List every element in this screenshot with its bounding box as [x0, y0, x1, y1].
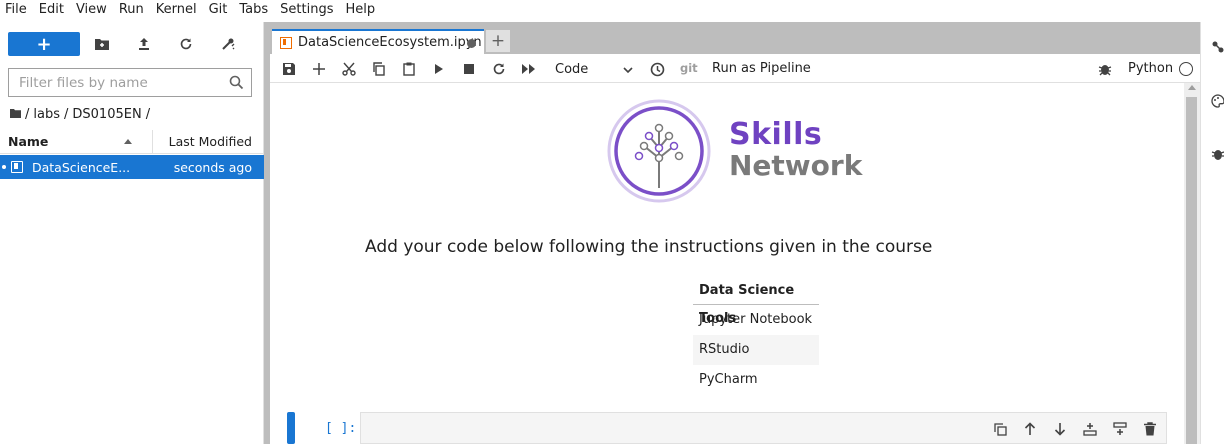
breadcrumb-sep: /	[64, 106, 69, 122]
unsaved-dot-icon[interactable]	[467, 39, 476, 48]
new-folder-icon[interactable]	[94, 36, 110, 52]
file-modified: seconds ago	[173, 159, 252, 175]
file-row[interactable]: DataScienceE... seconds ago	[0, 155, 264, 179]
tools-table: Data Science Tools Jupyter Notebook RStu…	[693, 277, 819, 395]
add-cell-icon[interactable]	[311, 61, 327, 77]
chevron-down-icon	[623, 63, 633, 78]
skills-network-logo	[607, 99, 711, 203]
breadcrumb-ds0105en[interactable]: DS0105EN	[72, 107, 141, 122]
table-row: PyCharm	[699, 372, 758, 387]
upload-icon[interactable]	[136, 36, 152, 52]
menu-help[interactable]: Help	[341, 0, 383, 19]
debugger-icon[interactable]	[1097, 61, 1113, 77]
file-filter-input[interactable]: Filter files by name	[8, 68, 252, 97]
table-header: Data Science Tools	[693, 277, 819, 326]
search-icon	[229, 75, 244, 94]
scroll-thumb[interactable]	[1186, 97, 1197, 444]
cut-icon[interactable]	[341, 61, 357, 77]
menu-settings[interactable]: Settings	[275, 0, 340, 19]
brand-network: Network	[729, 149, 863, 182]
run-icon[interactable]	[431, 61, 447, 77]
duplicate-cell-icon[interactable]	[992, 421, 1008, 437]
column-name[interactable]: Name	[8, 134, 48, 149]
notebook-toolbar: Code git Run as Pipeline Python	[270, 54, 1200, 83]
breadcrumb-labs[interactable]: labs	[33, 107, 60, 122]
new-tab-button[interactable]: +	[486, 30, 510, 52]
move-down-icon[interactable]	[1052, 421, 1068, 437]
new-launcher-button[interactable]: +	[8, 32, 80, 56]
file-filter-placeholder: Filter files by name	[19, 74, 148, 91]
tab-label: DataScienceEcosystem.ipyn	[298, 35, 482, 50]
active-cell-indicator	[287, 412, 295, 444]
menu-file[interactable]: File	[0, 0, 34, 19]
paste-icon[interactable]	[401, 61, 417, 77]
delete-icon[interactable]	[1142, 421, 1158, 437]
insert-below-icon[interactable]	[1112, 421, 1128, 437]
file-browser-toolbar: +	[0, 32, 264, 56]
palette-icon[interactable]	[1211, 94, 1224, 110]
notebook-icon	[11, 161, 23, 173]
git-label[interactable]: git	[680, 61, 698, 75]
table-row: RStudio	[693, 335, 819, 365]
file-name: DataScienceE...	[32, 159, 131, 175]
menu-edit[interactable]: Edit	[34, 0, 71, 19]
kernel-status-icon	[1179, 62, 1193, 76]
save-icon[interactable]	[281, 61, 297, 77]
main-area: DataScienceEcosystem.ipyn + Code git Run…	[270, 22, 1200, 444]
git-clone-icon[interactable]	[220, 36, 236, 52]
scroll-up-icon[interactable]	[1188, 85, 1196, 90]
notebook-scrollbar[interactable]	[1184, 83, 1200, 444]
stop-icon[interactable]	[461, 61, 477, 77]
tab-bar: DataScienceEcosystem.ipyn +	[270, 22, 1200, 54]
kernel-name[interactable]: Python	[1128, 61, 1173, 76]
column-last-modified[interactable]: Last Modified	[169, 134, 252, 149]
refresh-icon[interactable]	[178, 36, 194, 52]
debugger-icon[interactable]	[1211, 147, 1224, 163]
breadcrumb-sep-end: /	[145, 106, 151, 122]
cell-type-value: Code	[555, 61, 589, 77]
menu-tabs[interactable]: Tabs	[234, 0, 275, 19]
code-editor[interactable]	[360, 412, 1167, 444]
breadcrumb: / labs / DS0105EN /	[10, 104, 154, 124]
file-browser: + Filter files by name / labs / DS0105EN…	[0, 22, 264, 444]
sort-asc-icon[interactable]	[124, 139, 132, 144]
table-row: Jupyter Notebook	[699, 312, 813, 327]
menu-kernel[interactable]: Kernel	[151, 0, 204, 19]
column-divider	[152, 130, 153, 154]
copy-icon[interactable]	[371, 61, 387, 77]
menu-run[interactable]: Run	[114, 0, 151, 19]
cell-type-select[interactable]: Code	[555, 59, 635, 79]
notebook-icon	[280, 37, 292, 49]
instructions-text: Add your code below following the instru…	[365, 237, 933, 257]
fast-forward-icon[interactable]	[521, 61, 537, 77]
cell-prompt: [ ]:	[325, 421, 357, 436]
folder-icon[interactable]	[10, 107, 21, 122]
notebook-panel: Skills Network Add your code below follo…	[270, 83, 1184, 444]
tab-notebook[interactable]: DataScienceEcosystem.ipyn	[272, 29, 484, 54]
file-list-header: Name Last Modified	[0, 130, 264, 154]
menu-git[interactable]: Git	[204, 0, 235, 19]
clock-icon[interactable]	[649, 61, 665, 77]
menu-bar: File Edit View Run Kernel Git Tabs Setti…	[0, 0, 1224, 19]
breadcrumb-root[interactable]: /	[25, 107, 29, 122]
menu-view[interactable]: View	[71, 0, 114, 19]
move-up-icon[interactable]	[1022, 421, 1038, 437]
restart-icon[interactable]	[491, 61, 507, 77]
running-indicator-icon	[2, 165, 6, 169]
property-inspector-icon[interactable]	[1211, 40, 1224, 56]
insert-above-icon[interactable]	[1082, 421, 1098, 437]
run-as-pipeline-button[interactable]: Run as Pipeline	[712, 61, 811, 76]
code-cell[interactable]: [ ]:	[287, 412, 1167, 444]
brand-skills: Skills	[729, 117, 823, 152]
right-sidebar	[1200, 22, 1224, 444]
